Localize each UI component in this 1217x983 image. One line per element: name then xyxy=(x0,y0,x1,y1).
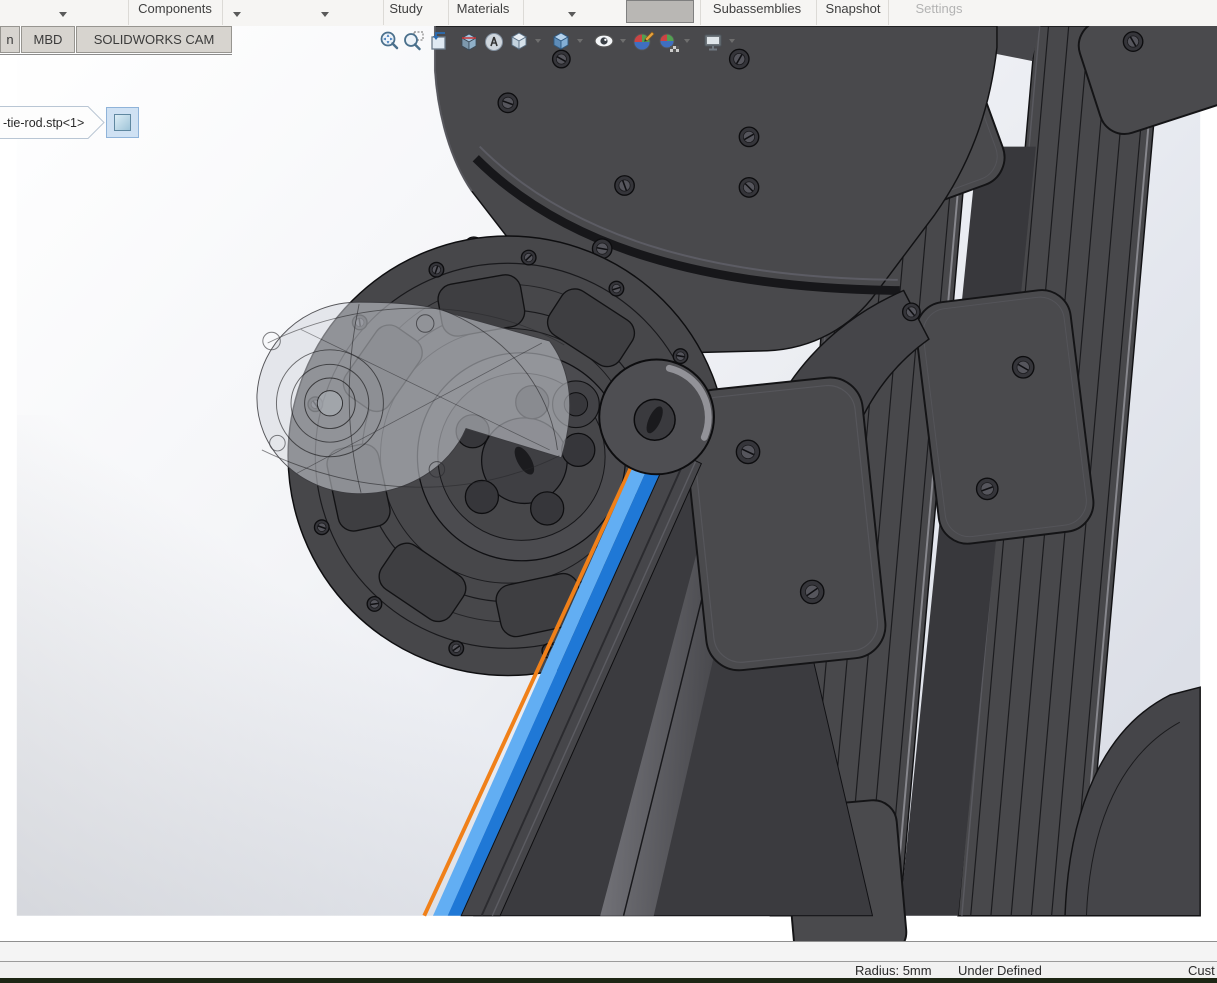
breadcrumb-part-button[interactable] xyxy=(106,107,139,138)
display-style-icon xyxy=(549,29,573,53)
zoom-to-fit-button[interactable] xyxy=(377,29,401,53)
status-upper-strip xyxy=(0,941,1217,962)
ribbon-button-label[interactable]: Settings xyxy=(916,1,963,16)
ribbon-separator xyxy=(523,0,524,25)
ribbon-button-label[interactable]: Materials xyxy=(457,1,510,16)
apply-scene-button[interactable] xyxy=(656,29,680,53)
ribbon-separator xyxy=(128,0,129,25)
command-manager-ribbon: Components Study Materials Subassemblies Sna… xyxy=(0,0,1217,26)
selection-breadcrumb: -tie-rod.stp<1> xyxy=(0,106,139,139)
status-measurement: Radius: 5mm xyxy=(855,963,932,978)
document-tab[interactable]: n xyxy=(0,26,20,53)
previous-view-icon xyxy=(427,29,451,53)
ribbon-separator xyxy=(222,0,223,25)
apply-scene-dropdown-arrow[interactable] xyxy=(681,29,693,53)
apply-scene-icon xyxy=(656,29,680,53)
ribbon-separator xyxy=(888,0,889,25)
ribbon-separator xyxy=(383,0,384,25)
part-icon xyxy=(114,114,131,131)
display-style-dropdown-arrow[interactable] xyxy=(574,29,586,53)
zoom-to-area-icon xyxy=(402,29,426,53)
zoom-to-area-button[interactable] xyxy=(402,29,426,53)
view-orientation-dropdown-arrow[interactable] xyxy=(532,29,544,53)
previous-view-button[interactable] xyxy=(427,29,451,53)
heads-up-view-toolbar xyxy=(377,28,738,54)
display-style-button[interactable] xyxy=(549,29,573,53)
ribbon-separator xyxy=(448,0,449,25)
section-view-icon xyxy=(457,29,481,53)
model-plate-mid-right[interactable] xyxy=(913,287,1097,547)
tab-bar-underline xyxy=(0,54,232,55)
graphics-viewport[interactable] xyxy=(0,26,1217,941)
status-definition-state: Under Defined xyxy=(958,963,1042,978)
ribbon-button-label[interactable]: Study xyxy=(389,1,422,16)
3d-drawing-view-icon xyxy=(482,29,506,53)
ribbon-button-label[interactable]: Snapshot xyxy=(826,1,881,16)
model-hub[interactable] xyxy=(599,360,714,475)
view-settings-button[interactable] xyxy=(701,29,725,53)
document-tab[interactable]: MBD xyxy=(21,26,75,53)
view-settings-dropdown-arrow[interactable] xyxy=(726,29,738,53)
document-tab-bar: nMBDSOLIDWORKS CAM xyxy=(0,26,300,55)
dropdown-arrow[interactable] xyxy=(233,12,241,17)
status-bar: Radius: 5mm Under Defined Cust xyxy=(0,962,1217,978)
hide-show-items-button[interactable] xyxy=(592,29,616,53)
zoom-to-fit-icon xyxy=(377,29,401,53)
dropdown-arrow[interactable] xyxy=(321,12,329,17)
ribbon-button-label[interactable]: Subassemblies xyxy=(713,1,801,16)
hide-show-items-dropdown-arrow[interactable] xyxy=(617,29,629,53)
ribbon-button-label[interactable]: Components xyxy=(138,1,212,16)
breadcrumb-arrow xyxy=(86,106,105,139)
view-orientation-icon xyxy=(507,29,531,53)
view-orientation-button[interactable] xyxy=(507,29,531,53)
taskbar-edge xyxy=(0,978,1217,983)
edit-appearance-icon xyxy=(631,29,655,53)
ribbon-separator xyxy=(816,0,817,25)
dropdown-arrow[interactable] xyxy=(59,12,67,17)
dropdown-arrow[interactable] xyxy=(568,12,576,17)
viewport-3d[interactable] xyxy=(0,26,1217,941)
eye-icon xyxy=(592,29,616,53)
section-view-button[interactable] xyxy=(457,29,481,53)
document-tab[interactable]: SOLIDWORKS CAM xyxy=(76,26,232,53)
edit-appearance-button[interactable] xyxy=(631,29,655,53)
active-tool-button[interactable] xyxy=(626,0,694,23)
breadcrumb-component-name[interactable]: -tie-rod.stp<1> xyxy=(0,106,86,139)
status-units[interactable]: Cust xyxy=(1188,963,1215,978)
ribbon-separator xyxy=(700,0,701,25)
view-settings-icon xyxy=(701,29,725,53)
3d-drawing-view-button[interactable] xyxy=(482,29,506,53)
